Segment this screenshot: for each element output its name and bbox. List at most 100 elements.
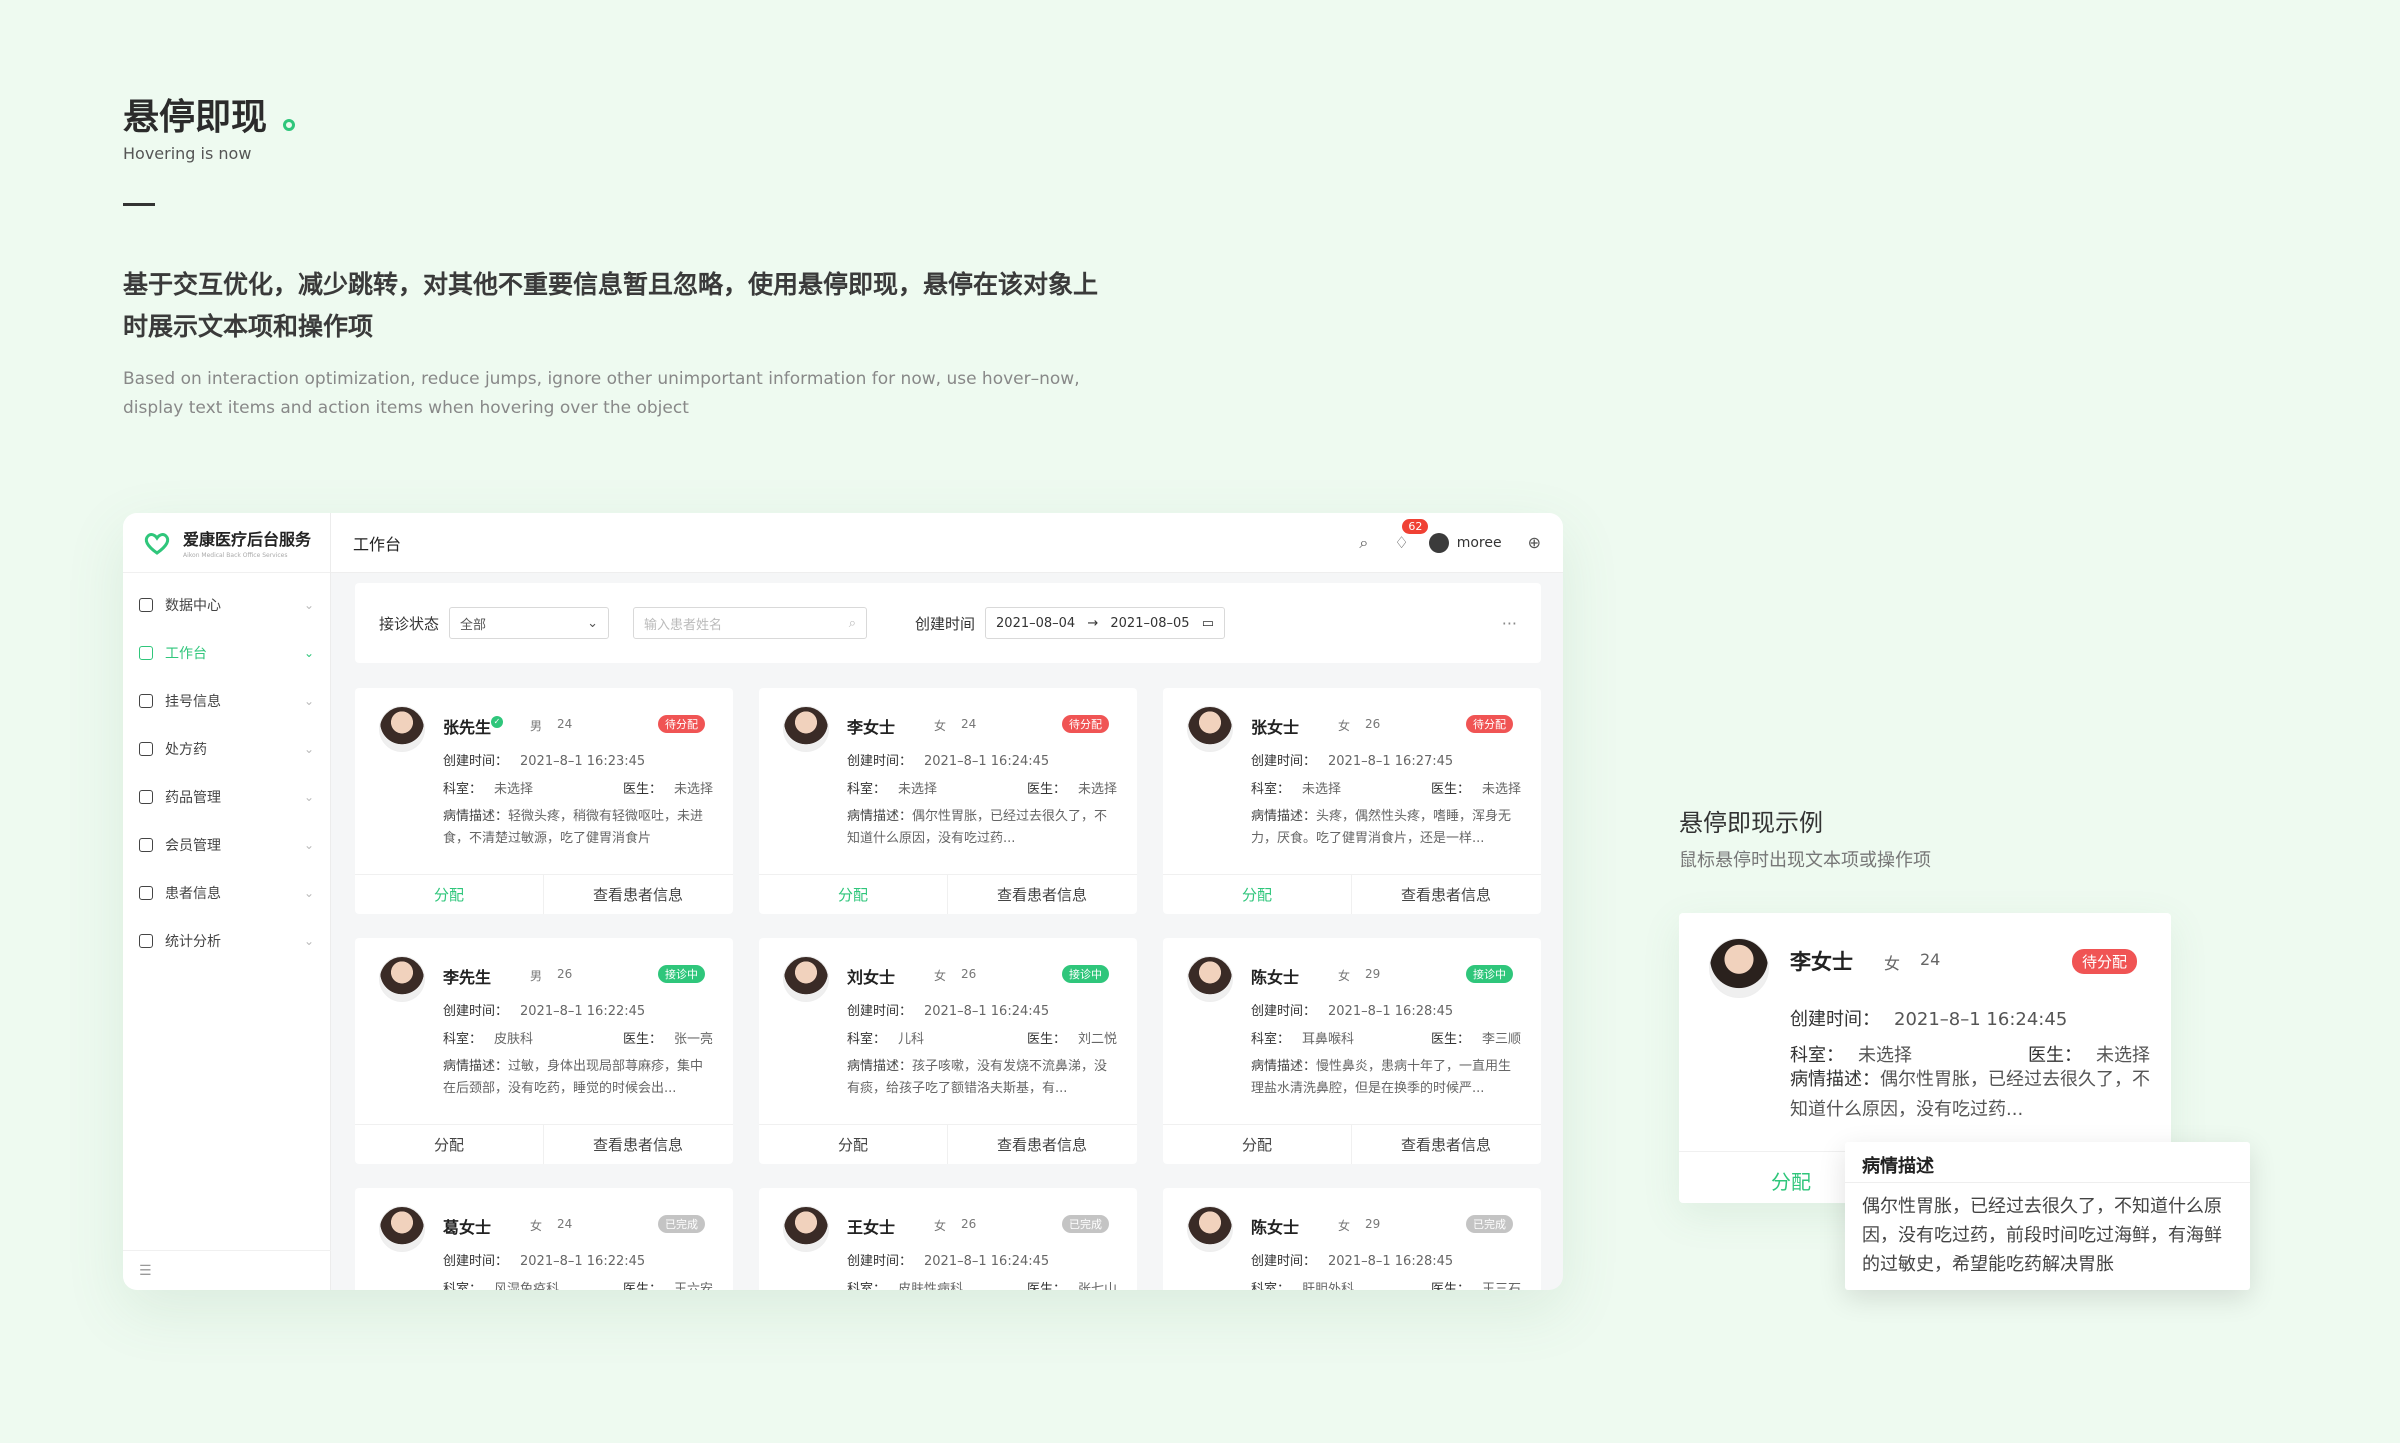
status-badge: 待分配: [658, 715, 705, 733]
patient-search-input[interactable]: 输入患者姓名 ⌕: [633, 607, 868, 639]
title-dot-icon: [283, 119, 295, 131]
sidebar-item-workbench[interactable]: 工作台 ⌄: [123, 629, 330, 677]
view-patient-button[interactable]: 查看患者信息: [1352, 875, 1540, 914]
status-filter-label: 接诊状态: [379, 614, 440, 633]
doctor-value: 未选择: [2096, 1045, 2150, 1066]
assign-button[interactable]: 分配: [759, 1125, 947, 1164]
patient-card[interactable]: 李先生 男 26 接诊中 创建时间： 2021–8–1 16:22:45 科室： 皮…: [355, 938, 733, 1164]
user-icon: [139, 886, 153, 900]
globe-icon[interactable]: ⊕: [1528, 533, 1541, 552]
patient-card[interactable]: 刘女士 女 26 接诊中 创建时间： 2021–8–1 16:24:45 科室： 儿…: [759, 938, 1137, 1164]
created-row: 创建时间： 2021–8–1 16:24:45: [847, 1000, 1049, 1019]
assign-button[interactable]: 分配: [355, 875, 543, 914]
assign-button[interactable]: 分配: [1163, 1125, 1351, 1164]
doctor-value: 未选择: [1482, 782, 1522, 797]
view-patient-button[interactable]: 查看患者信息: [948, 1125, 1136, 1164]
desc-row: 病情描述：偶尔性胃胀，已经过去很久了，不知道什么原因，没有吃过药...: [847, 806, 1117, 850]
created-value: 2021–8–1 16:23:45: [520, 754, 646, 769]
created-row: 创建时间： 2021–8–1 16:22:45: [443, 1000, 645, 1019]
patient-sex: 女: [1338, 1219, 1351, 1233]
created-label: 创建时间：: [1251, 1004, 1317, 1019]
patient-card[interactable]: 张女士 女 26 待分配 创建时间： 2021–8–1 16:27:45 科室： 未…: [1163, 688, 1541, 914]
divider: [1845, 1182, 2250, 1183]
patient-card[interactable]: 葛女士 女 24 已完成 创建时间： 2021–8–1 16:22:45 科室： 风…: [355, 1188, 733, 1290]
patient-name: 张先生: [443, 718, 492, 737]
patient-sex: 女: [934, 969, 947, 983]
assign-button[interactable]: 分配: [1163, 875, 1351, 914]
title-divider: [123, 203, 155, 206]
sidebar-item-prescription[interactable]: 处方药 ⌄: [123, 725, 330, 773]
sidebar-item-patients[interactable]: 患者信息 ⌄: [123, 869, 330, 917]
collapse-menu-icon[interactable]: ☰: [123, 1250, 331, 1290]
more-icon[interactable]: ···: [1502, 614, 1517, 633]
page-subtitle: Hovering is now: [123, 144, 252, 163]
view-patient-button[interactable]: 查看患者信息: [544, 1125, 732, 1164]
desc-row[interactable]: 病情描述：偶尔性胃胀，已经过去很久了，不知道什么原因，没有吃过药...: [1790, 1065, 2150, 1125]
patient-name: 刘女士: [847, 968, 896, 987]
doctor-value: 刘二悦: [1078, 1032, 1118, 1047]
view-patient-button[interactable]: 查看患者信息: [1352, 1125, 1540, 1164]
status-select[interactable]: 全部 ⌄: [449, 607, 610, 639]
sidebar-item-statistics[interactable]: 统计分析 ⌄: [123, 917, 330, 965]
patient-card[interactable]: 陈女士 女 29 接诊中 创建时间： 2021–8–1 16:28:45 科室： 耳…: [1163, 938, 1541, 1164]
sidebar-item-drugs[interactable]: 药品管理 ⌄: [123, 773, 330, 821]
date-range-picker[interactable]: 2021–08–04 → 2021–08–05 ▭: [985, 607, 1226, 639]
created-row: 创建时间： 2021–8–1 16:24:45: [847, 750, 1049, 769]
pill-icon: [139, 790, 153, 804]
desc-row: 病情描述：轻微头疼，稍微有轻微呕吐，未进食，不清楚过敏源，吃了健胃消食片: [443, 806, 713, 850]
card-actions: 分配 查看患者信息: [1163, 874, 1541, 914]
doctor-row: 医生： 张一亮: [623, 1028, 713, 1047]
desc-label: 病情描述：: [1790, 1069, 1880, 1090]
chevron-down-icon: ⌄: [303, 934, 314, 948]
patient-card[interactable]: 王女士 女 26 已完成 创建时间： 2021–8–1 16:24:45 科室： 皮…: [759, 1188, 1137, 1290]
card-actions: 分配 查看患者信息: [355, 1124, 733, 1164]
assign-button[interactable]: 分配: [1771, 1166, 1811, 1195]
sidebar-item-data-center[interactable]: 数据中心 ⌄: [123, 581, 330, 629]
doctor-label: 医生：: [2028, 1045, 2082, 1066]
doctor-label: 医生：: [1027, 1032, 1067, 1047]
bell-icon[interactable]: ♢ 62: [1394, 519, 1429, 552]
created-label: 创建时间：: [443, 1004, 509, 1019]
search-placeholder: 输入患者姓名: [644, 617, 723, 633]
dept-row: 科室： 未选择: [1790, 1041, 1912, 1067]
dept-value: 未选择: [898, 782, 938, 797]
desc-label: 病情描述：: [847, 1059, 913, 1074]
patient-sex: 女: [530, 1219, 543, 1233]
patient-age: 24: [1920, 950, 1941, 969]
assign-button[interactable]: 分配: [355, 1125, 543, 1164]
date-end: 2021–08–05: [1110, 615, 1190, 631]
status-badge: 接诊中: [1466, 965, 1513, 983]
view-patient-button[interactable]: 查看患者信息: [544, 875, 732, 914]
avatar: [1428, 532, 1449, 553]
patient-name: 李女士: [1790, 950, 1853, 974]
desc-row: 病情描述：慢性鼻炎，患病十年了，一直用生理盐水清洗鼻腔，但是在换季的时候严...: [1251, 1056, 1521, 1100]
user-menu[interactable]: moree: [1428, 532, 1502, 553]
chevron-down-icon: ⌄: [303, 646, 314, 660]
doctor-label: 医生：: [623, 1282, 663, 1290]
logo-icon: [144, 532, 170, 555]
dept-row: 科室： 肝胆外科: [1251, 1278, 1354, 1290]
username: moree: [1456, 534, 1502, 551]
date-filter-label: 创建时间: [915, 614, 976, 633]
sidebar-item-label: 工作台: [165, 646, 207, 662]
dept-value: 风湿免疫科: [494, 1282, 560, 1290]
avatar: [379, 706, 425, 752]
topbar: 工作台 ⌕ ♢ 62 moree ⊕: [331, 513, 1563, 573]
search-icon[interactable]: ⌕: [1359, 533, 1368, 553]
dept-label: 科室：: [443, 782, 483, 797]
description-en: Based on interaction optimization, reduc…: [123, 369, 1080, 418]
doctor-value: 王六安: [674, 1282, 714, 1290]
patient-card[interactable]: 李女士 女 24 待分配 创建时间： 2021–8–1 16:24:45 科室： 未…: [759, 688, 1137, 914]
assign-button[interactable]: 分配: [759, 875, 947, 914]
patient-name: 王女士: [847, 1218, 896, 1237]
calendar-icon: [139, 694, 153, 708]
sidebar-item-registration[interactable]: 挂号信息 ⌄: [123, 677, 330, 725]
patient-card[interactable]: 陈女士 女 29 已完成 创建时间： 2021–8–1 16:28:45 科室： 肝…: [1163, 1188, 1541, 1290]
patient-card[interactable]: 张先生 ✓ 男 24 待分配 创建时间： 2021–8–1 16:23:45 科室…: [355, 688, 733, 914]
chevron-down-icon: ⌄: [303, 598, 314, 612]
view-patient-button[interactable]: 查看患者信息: [948, 875, 1136, 914]
dept-row: 科室： 儿科: [847, 1028, 924, 1047]
chevron-down-icon: ⌄: [587, 615, 599, 631]
sidebar-item-members[interactable]: 会员管理 ⌄: [123, 821, 330, 869]
sidebar-item-label: 统计分析: [165, 934, 221, 950]
